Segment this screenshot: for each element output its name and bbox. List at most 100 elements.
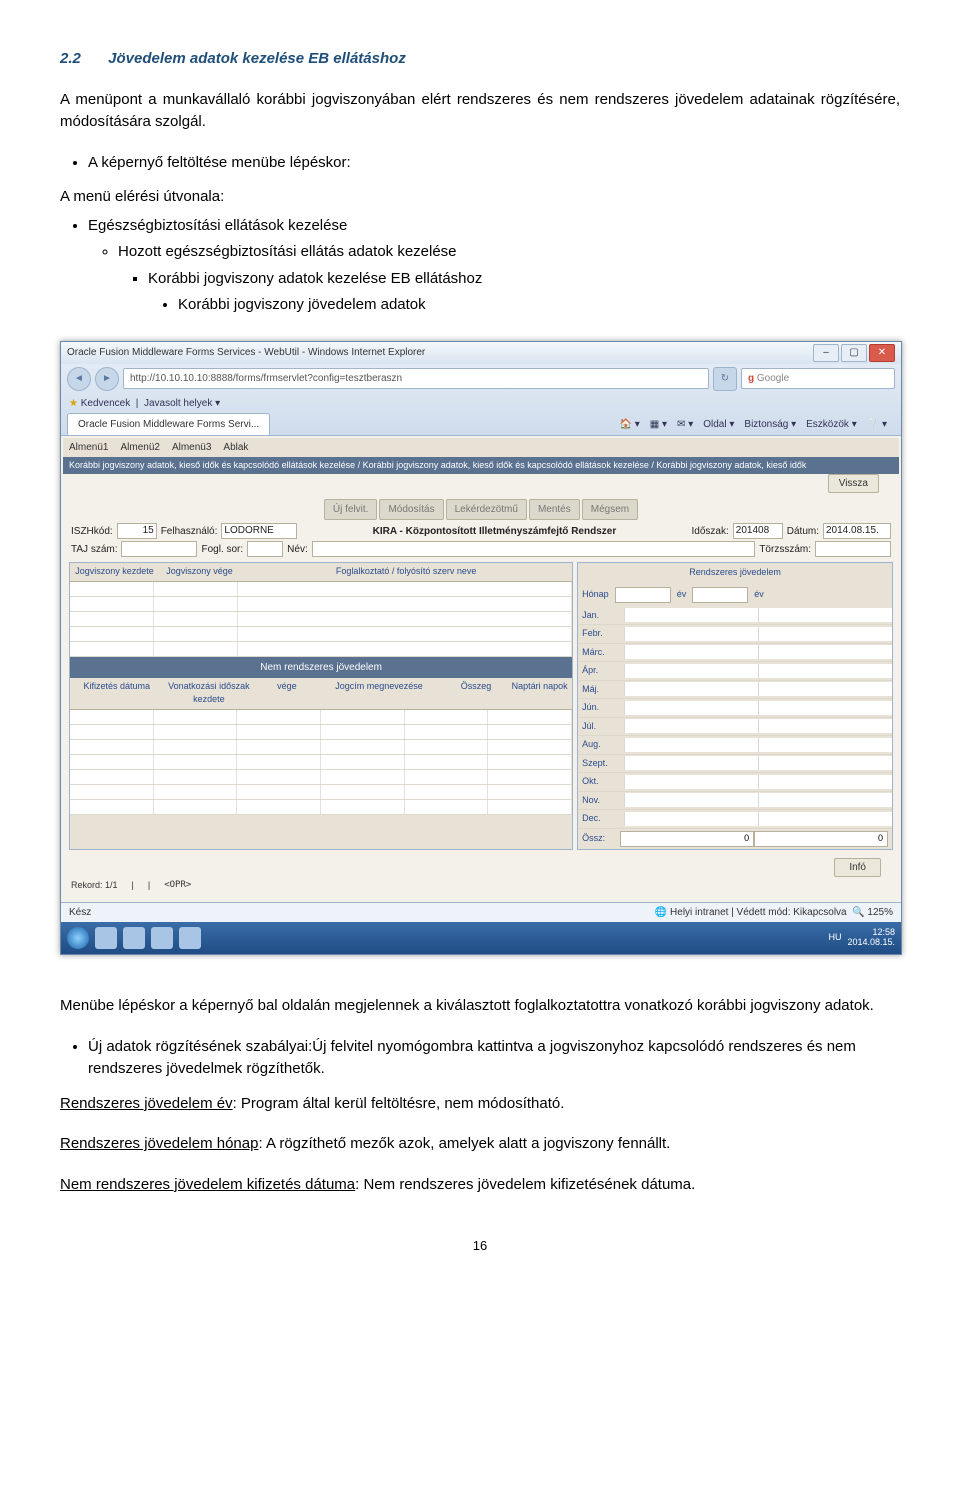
- edit-button[interactable]: Módosítás: [379, 499, 443, 520]
- menu-path-l1: Egészségbiztosítási ellátások kezelése H…: [88, 215, 900, 317]
- month-cell[interactable]: [624, 719, 758, 733]
- taskbar-app-other[interactable]: [179, 927, 201, 949]
- month-cell[interactable]: [758, 627, 892, 641]
- col-header: Összeg: [443, 680, 509, 707]
- favorites-label[interactable]: Kedvencek: [81, 398, 130, 409]
- feed-icon[interactable]: ▦ ▾: [650, 417, 667, 432]
- taskbar-app-word[interactable]: [151, 927, 173, 949]
- tools-menu[interactable]: Eszközök ▾: [806, 417, 857, 432]
- iszh-field[interactable]: 15: [117, 523, 157, 539]
- start-button[interactable]: [67, 927, 89, 949]
- back-link-button[interactable]: Vissza: [828, 474, 879, 493]
- taskbar-app-ie[interactable]: [95, 927, 117, 949]
- page-menu[interactable]: Oldal ▾: [703, 417, 734, 432]
- month-label: Dec.: [578, 810, 624, 828]
- month-cell[interactable]: [624, 645, 758, 659]
- menu-item[interactable]: Almenü2: [120, 440, 159, 455]
- month-cell[interactable]: [758, 701, 892, 715]
- taj-field[interactable]: [121, 541, 197, 557]
- menu-path-l1-text: Egészségbiztosítási ellátások kezelése: [88, 217, 347, 234]
- maximize-button[interactable]: ▢: [841, 344, 867, 362]
- menu-path-l4: Korábbi jogviszony jövedelem adatok: [178, 294, 900, 317]
- save-button[interactable]: Mentés: [529, 499, 580, 520]
- help-icon[interactable]: ❔ ▾: [867, 417, 887, 432]
- query-button[interactable]: Lekérdezötmű: [446, 499, 527, 520]
- month-cell[interactable]: [624, 812, 758, 826]
- address-bar[interactable]: http://10.10.10.10:8888/forms/frmservlet…: [123, 368, 709, 389]
- month-cell[interactable]: [758, 664, 892, 678]
- iszh-label: ISZHkód:: [71, 524, 113, 539]
- close-button[interactable]: ✕: [869, 344, 895, 362]
- month-cell[interactable]: [758, 608, 892, 622]
- rule-1-text: : Program által kerül feltöltésre, nem m…: [233, 1095, 565, 1112]
- minimize-button[interactable]: –: [813, 344, 839, 362]
- month-cell[interactable]: [758, 812, 892, 826]
- status-left: Kész: [69, 905, 91, 920]
- year2-field[interactable]: [692, 587, 748, 603]
- month-cell[interactable]: [624, 793, 758, 807]
- browser-titlebar: Oracle Fusion Middleware Forms Services …: [61, 342, 901, 364]
- favorites-item[interactable]: Javasolt helyek: [144, 398, 212, 409]
- refresh-button[interactable]: ↻: [713, 367, 737, 391]
- new-button[interactable]: Új felvit.: [324, 499, 378, 520]
- left-top-headers: Jogviszony kezdete Jogviszony vége Fogla…: [70, 563, 572, 581]
- month-cell[interactable]: [624, 756, 758, 770]
- month-label: Jan.: [578, 607, 624, 625]
- safety-menu[interactable]: Biztonság ▾: [744, 417, 796, 432]
- search-field[interactable]: g Google: [741, 368, 895, 389]
- month-cell[interactable]: [758, 756, 892, 770]
- month-cell[interactable]: [758, 775, 892, 789]
- windows-taskbar: HU 12:58 2014.08.15.: [61, 922, 901, 954]
- left-panel: Jogviszony kezdete Jogviszony vége Fogla…: [69, 562, 573, 850]
- home-icon[interactable]: 🏠 ▾: [620, 417, 640, 432]
- back-button[interactable]: ◄: [67, 367, 91, 391]
- section-number: 2.2: [60, 48, 104, 71]
- month-label: Hónap: [582, 588, 609, 602]
- taskbar-app-explorer[interactable]: [123, 927, 145, 949]
- status-right: Helyi intranet | Védett mód: Kikapcsolva: [670, 905, 847, 920]
- col-header: Jogviszony kezdete: [74, 565, 155, 579]
- irregular-income-grid[interactable]: [70, 709, 572, 815]
- menu-item[interactable]: Almenü3: [172, 440, 211, 455]
- month-cell[interactable]: [758, 738, 892, 752]
- menu-item[interactable]: Almenü1: [69, 440, 108, 455]
- period-field[interactable]: 201408: [733, 523, 783, 539]
- user-field[interactable]: LODORNE: [221, 523, 297, 539]
- foglsor-field[interactable]: [247, 541, 283, 557]
- browser-tab[interactable]: Oracle Fusion Middleware Forms Servi...: [67, 413, 270, 435]
- month-cell[interactable]: [624, 627, 758, 641]
- zoom-indicator[interactable]: 🔍 125%: [852, 905, 893, 920]
- mail-icon[interactable]: ✉ ▾: [677, 417, 693, 432]
- month-cell[interactable]: [758, 682, 892, 696]
- sum2-field: 0: [754, 831, 888, 847]
- forward-button[interactable]: ►: [95, 367, 119, 391]
- month-label: Jún.: [578, 699, 624, 717]
- clock-date: 2014.08.15.: [847, 938, 895, 948]
- month-cell[interactable]: [624, 738, 758, 752]
- month-cell[interactable]: [624, 775, 758, 789]
- month-cell[interactable]: [624, 682, 758, 696]
- month-cell[interactable]: [624, 608, 758, 622]
- section-heading: 2.2 Jövedelem adatok kezelése EB ellátás…: [60, 48, 900, 71]
- year1-field[interactable]: [615, 587, 671, 603]
- rule-2-label: Rendszeres jövedelem hónap: [60, 1135, 258, 1152]
- month-cell[interactable]: [624, 701, 758, 715]
- month-cell[interactable]: [758, 719, 892, 733]
- month-cell[interactable]: [624, 664, 758, 678]
- cancel-button[interactable]: Mégsem: [582, 499, 638, 520]
- date-field[interactable]: 2014.08.15.: [823, 523, 891, 539]
- month-label: Nov.: [578, 792, 624, 810]
- name-field[interactable]: [312, 541, 756, 557]
- month-cell[interactable]: [758, 793, 892, 807]
- torzs-field[interactable]: [815, 541, 891, 557]
- rule-2-text: : A rögzíthető mezők azok, amelyek alatt…: [258, 1135, 670, 1152]
- month-cell[interactable]: [758, 645, 892, 659]
- info-button[interactable]: Infó: [834, 858, 881, 877]
- menu-item[interactable]: Ablak: [223, 440, 248, 455]
- col-header: Naptári napok: [511, 680, 568, 707]
- rule-1-label: Rendszeres jövedelem év: [60, 1095, 233, 1112]
- system-clock[interactable]: 12:58 2014.08.15.: [847, 928, 895, 948]
- after-screenshot-paragraph: Menübe lépéskor a képernyő bal oldalán m…: [60, 995, 900, 1018]
- lang-indicator[interactable]: HU: [828, 931, 841, 945]
- employment-grid[interactable]: [70, 581, 572, 657]
